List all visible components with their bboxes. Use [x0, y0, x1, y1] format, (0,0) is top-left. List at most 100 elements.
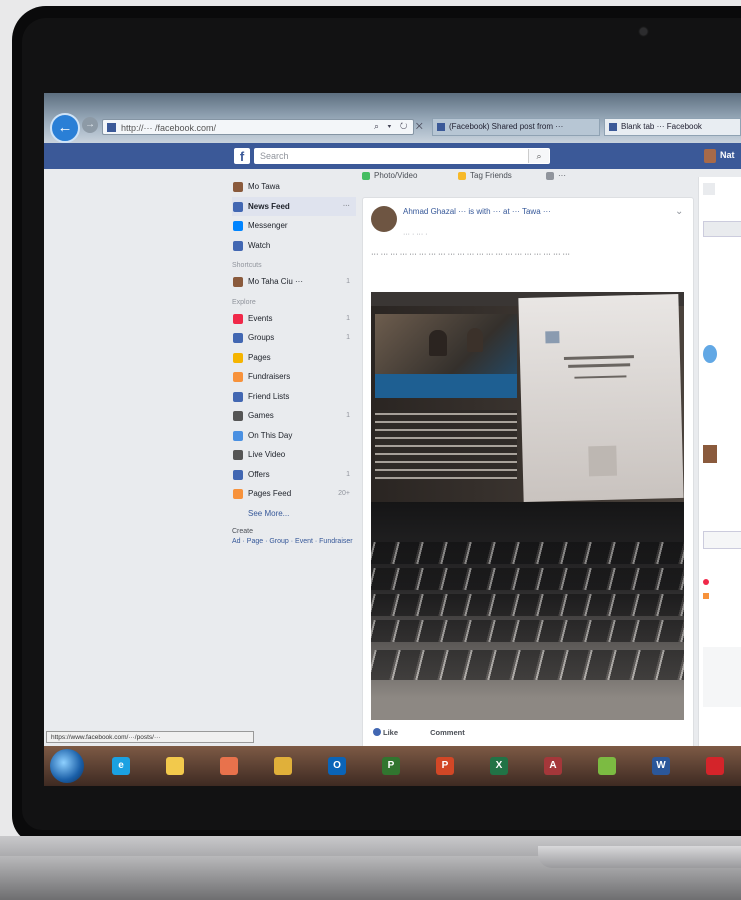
- post-header[interactable]: Ahmad Ghazal ··· is with ··· at ··· Tawa…: [403, 206, 673, 217]
- right-button[interactable]: [703, 221, 741, 237]
- nav-profile-label: Mo Tawa: [248, 182, 280, 191]
- search-icon[interactable]: ⌕: [528, 149, 549, 163]
- photo-paper-line: [568, 363, 631, 368]
- like-icon: [373, 728, 381, 736]
- sidebar-item-explore-7[interactable]: Live Video: [232, 445, 356, 465]
- tab-favicon-icon: [609, 123, 617, 131]
- facebook-top-bar: f Search ⌕ Nat: [44, 143, 741, 169]
- create-links[interactable]: Ad · Page · Group · Event · Fundraiser: [232, 537, 356, 547]
- see-more-link[interactable]: See More...: [232, 504, 356, 524]
- sidebar-item-label: Pages: [248, 352, 271, 362]
- right-avatar[interactable]: [703, 445, 717, 463]
- post-actions: Like Comment: [373, 728, 495, 737]
- nav-item-icon: [233, 391, 243, 402]
- feed-post: Ahmad Ghazal ··· is with ··· at ··· Tawa…: [362, 197, 694, 755]
- green-app-icon: [598, 757, 616, 775]
- taskbar-app-6[interactable]: P: [374, 750, 408, 782]
- composer-tab-label: Tag Friends: [470, 171, 512, 180]
- forward-arrow-icon[interactable]: →: [82, 117, 98, 133]
- status-bar: https://www.facebook.com/···/posts/···: [46, 731, 254, 743]
- more-icon: [546, 172, 554, 180]
- nav-item-icon: [233, 201, 243, 212]
- tag-icon: [458, 172, 466, 180]
- composer-tab-tag[interactable]: Tag Friends: [458, 171, 512, 180]
- taskbar-app-11[interactable]: W: [644, 750, 678, 782]
- sidebar-item-explore-4[interactable]: Friend Lists: [232, 387, 356, 407]
- sidebar-item-label: On This Day: [248, 430, 293, 440]
- sidebar-item-label: Fundraisers: [248, 372, 291, 381]
- browser-tab-2[interactable]: Blank tab ··· Facebook: [604, 118, 741, 136]
- sidebar-item-label: Pages Feed: [248, 489, 292, 498]
- sidebar-item-explore-8[interactable]: Offers 1: [232, 465, 356, 485]
- right-button[interactable]: [703, 531, 741, 549]
- taskbar-app-5[interactable]: O: [320, 750, 354, 782]
- search-input[interactable]: Search: [254, 148, 550, 164]
- ie-icon: e: [112, 757, 130, 775]
- nav-item-icon: [233, 313, 243, 324]
- refresh-icon[interactable]: ⌕ ▾ ↻ ✕: [374, 121, 426, 132]
- sidebar-item-explore-6[interactable]: On This Day: [232, 426, 356, 446]
- taskbar-app-12[interactable]: [698, 750, 732, 782]
- sidebar-item-items-0[interactable]: News Feed ···: [232, 196, 356, 216]
- like-button[interactable]: Like: [373, 728, 398, 737]
- nav-item-icon: [233, 411, 243, 421]
- sidebar-item-label: Messenger: [248, 221, 288, 230]
- composer-tabs: Photo/Video Tag Friends ···: [362, 169, 692, 185]
- sidebar-item-explore-2[interactable]: Pages: [232, 348, 356, 368]
- photo-key-row: [371, 594, 684, 616]
- photo-text-block: [375, 410, 517, 480]
- sidebar-item-explore-1[interactable]: Groups 1: [232, 328, 356, 348]
- nav-item-icon: [233, 469, 243, 480]
- back-arrow-icon[interactable]: ←: [50, 113, 80, 143]
- sidebar-item-label: Groups: [248, 333, 275, 342]
- sidebar-item-explore-9[interactable]: Pages Feed 20+: [232, 484, 356, 504]
- address-bar[interactable]: http://··· /facebook.com/: [102, 119, 414, 135]
- taskbar-app-8[interactable]: X: [482, 750, 516, 782]
- composer-tab-label: ···: [558, 171, 566, 180]
- nav-count-badge: 1: [346, 412, 350, 419]
- like-label: Like: [383, 728, 399, 737]
- photo-paper: [518, 293, 684, 503]
- address-url: http://··· /facebook.com/: [121, 123, 217, 133]
- post-author-avatar[interactable]: [371, 206, 397, 232]
- nav-item-icon: [233, 240, 243, 251]
- taskbar-app-7[interactable]: P: [428, 750, 462, 782]
- post-timestamp[interactable]: ··· · ··· ·: [403, 231, 427, 238]
- taskbar-app-9[interactable]: A: [536, 750, 570, 782]
- sidebar-item-label: Friend Lists: [248, 391, 290, 401]
- comment-button[interactable]: Comment: [430, 728, 465, 737]
- sidebar-item-explore-0[interactable]: Events 1: [232, 309, 356, 329]
- start-button-icon[interactable]: [50, 749, 84, 783]
- nav-count-badge: 20+: [338, 490, 350, 497]
- sidebar-item-explore-3[interactable]: Fundraisers: [232, 367, 356, 387]
- taskbar-app-3[interactable]: [212, 750, 246, 782]
- photo-paper-chart: [588, 445, 618, 477]
- nav-count-badge: 1: [346, 278, 350, 285]
- taskbar-app-4[interactable]: [266, 750, 300, 782]
- nav-profile[interactable]: Mo Tawa: [232, 177, 356, 197]
- taskbar-app-10[interactable]: [590, 750, 624, 782]
- create-title: Create: [232, 528, 254, 535]
- facebook-logo-icon[interactable]: f: [234, 148, 250, 164]
- sidebar-item-explore-5[interactable]: Games 1: [232, 406, 356, 426]
- composer-tab-more[interactable]: ···: [546, 171, 566, 180]
- browser-chrome: ← → http://··· /facebook.com/ ⌕ ▾ ↻ ✕ (F…: [44, 93, 741, 143]
- project-icon: P: [382, 757, 400, 775]
- sidebar-item-items-2[interactable]: Watch: [232, 236, 356, 256]
- sidebar-item-label: Events: [248, 313, 273, 323]
- composer-tab-label: Photo/Video: [374, 171, 418, 180]
- sidebar-item-shortcuts-0[interactable]: Mo Taha Ciu ··· 1: [232, 272, 356, 292]
- avatar[interactable]: [704, 149, 716, 163]
- user-name[interactable]: Nat: [720, 150, 735, 160]
- taskbar-app-1[interactable]: e: [104, 750, 138, 782]
- right-icon[interactable]: [703, 183, 715, 195]
- sidebar-item-items-1[interactable]: Messenger: [232, 216, 356, 236]
- post-photo[interactable]: [371, 292, 684, 720]
- composer-tab-photo[interactable]: Photo/Video: [362, 171, 417, 180]
- favicon-icon: [107, 123, 116, 132]
- more-icon[interactable]: ⌄: [675, 206, 683, 217]
- word-icon: W: [652, 757, 670, 775]
- taskbar-app-2[interactable]: [158, 750, 192, 782]
- browser-tab-1[interactable]: (Facebook) Shared post from ···: [432, 118, 600, 136]
- access-icon: A: [544, 757, 562, 775]
